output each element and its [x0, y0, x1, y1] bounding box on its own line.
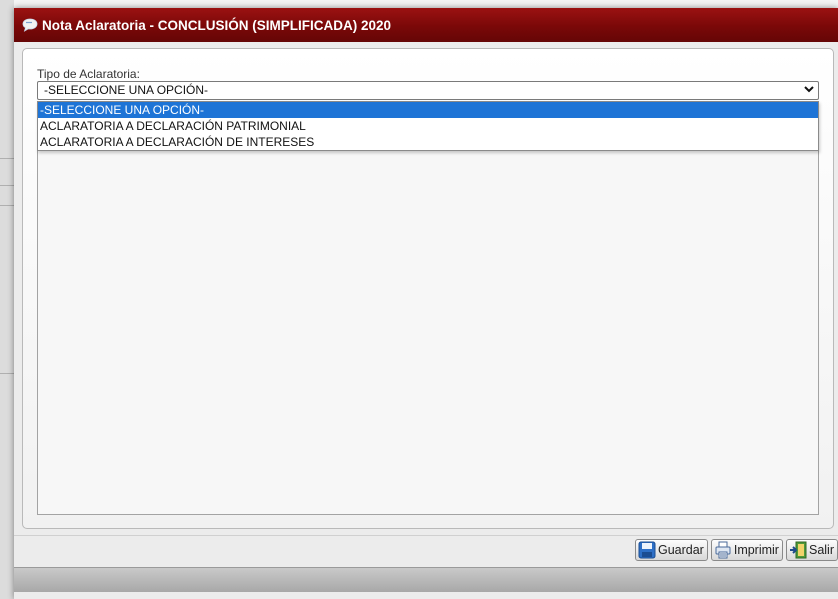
option-declaracion-intereses[interactable]: ACLARATORIA A DECLARACIÓN DE INTERESES: [38, 134, 818, 150]
speech-bubble-icon: [22, 18, 38, 32]
tipo-aclaratoria-label: Tipo de Aclaratoria:: [37, 67, 140, 81]
footer-divider: [14, 535, 838, 536]
guardar-button[interactable]: Guardar: [634, 539, 708, 561]
dialog-title: Nota Aclaratoria - CONCLUSIÓN (SIMPLIFIC…: [42, 17, 392, 33]
select-current-value: -SELECCIONE UNA OPCIÓN-: [44, 83, 209, 97]
button-bar: Guardar Imprimir Salir: [634, 539, 838, 561]
floppy-disk-icon: [638, 541, 656, 559]
background-divider: [0, 158, 14, 159]
imprimir-label: Imprimir: [733, 543, 779, 557]
background-divider: [0, 373, 14, 374]
background-page-edge: [0, 0, 14, 599]
form-panel: Tipo de Aclaratoria: -SELECCIONE UNA OPC…: [22, 48, 834, 529]
exit-door-icon: [789, 541, 807, 559]
background-page-strip: [0, 0, 838, 8]
imprimir-button[interactable]: Imprimir: [710, 539, 783, 561]
salir-label: Salir: [808, 543, 834, 557]
select-options-list: -SELECCIONE UNA OPCIÓN- ACLARATORIA A DE…: [37, 101, 819, 151]
background-divider: [0, 205, 14, 206]
salir-button[interactable]: Salir: [785, 539, 838, 561]
dialog-titlebar[interactable]: Nota Aclaratoria - CONCLUSIÓN (SIMPLIFIC…: [14, 8, 838, 42]
background-divider: [0, 185, 14, 186]
printer-icon: [715, 541, 731, 559]
chevron-down-icon: [804, 82, 814, 99]
option-seleccione[interactable]: -SELECCIONE UNA OPCIÓN-: [38, 102, 818, 118]
nota-aclaratoria-dialog: Nota Aclaratoria - CONCLUSIÓN (SIMPLIFIC…: [14, 8, 838, 599]
tipo-aclaratoria-select[interactable]: -SELECCIONE UNA OPCIÓN-: [37, 81, 819, 100]
guardar-label: Guardar: [657, 543, 704, 557]
dialog-status-bar: [14, 567, 838, 592]
aclaratoria-text-area[interactable]: [37, 135, 819, 515]
option-declaracion-patrimonial[interactable]: ACLARATORIA A DECLARACIÓN PATRIMONIAL: [38, 118, 818, 134]
